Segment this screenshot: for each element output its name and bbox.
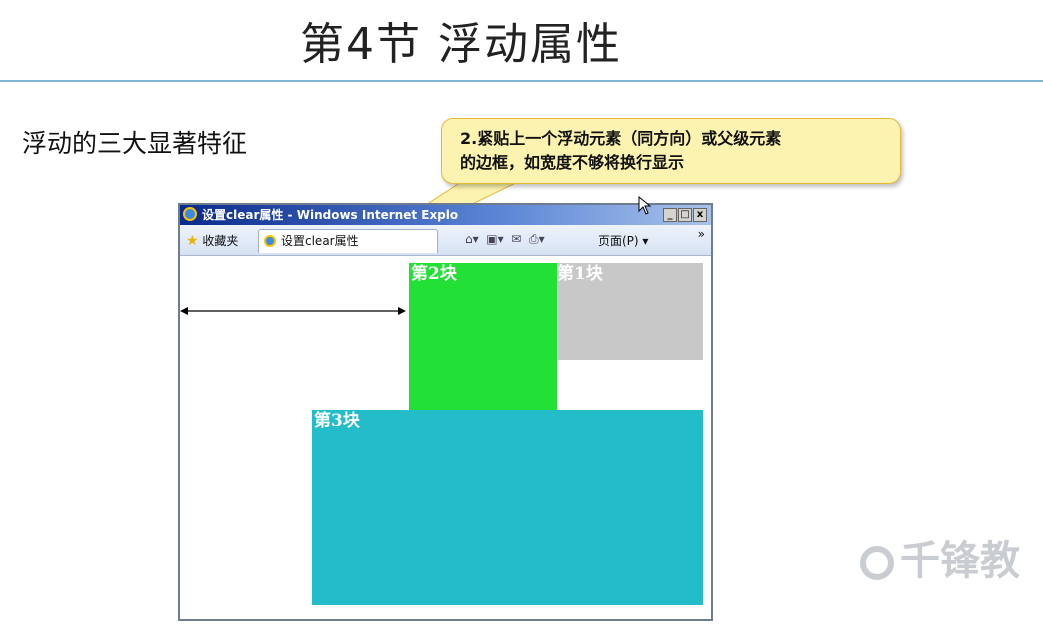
- mouse-cursor-icon: [638, 196, 652, 215]
- toolbar-icons: ⌂▾ ▣▾ ✉ ⎙▾: [465, 232, 545, 247]
- mail-icon[interactable]: ✉: [507, 232, 521, 246]
- favorites-label: 收藏夹: [202, 234, 239, 248]
- float-block-2: 第2块: [409, 263, 557, 410]
- watermark-text: 千锋教: [900, 538, 1020, 584]
- browser-content: 第1块 第2块 第3块: [180, 255, 711, 619]
- window-controls: _ □ x: [663, 208, 707, 222]
- feeds-icon[interactable]: ▣▾: [482, 232, 503, 246]
- print-icon[interactable]: ⎙▾: [525, 232, 545, 246]
- callout-box: 2.紧贴上一个浮动元素（同方向）或父级元素 的边框，如宽度不够将换行显示: [441, 118, 901, 184]
- callout-line-2: 的边框，如宽度不够将换行显示: [460, 153, 685, 172]
- close-button[interactable]: x: [693, 208, 707, 222]
- minimize-button[interactable]: _: [663, 208, 677, 222]
- home-icon[interactable]: ⌂▾: [465, 232, 479, 246]
- tab-label: 设置clear属性: [281, 234, 359, 248]
- browser-toolbar: ★ 收藏夹 设置clear属性 ⌂▾ ▣▾ ✉ ⎙▾ 页面(P) ▾ »: [180, 225, 711, 256]
- star-icon: ★: [186, 233, 199, 249]
- float-block-1: 第1块: [555, 263, 703, 360]
- ie-tab-icon: [264, 235, 276, 247]
- watermark: 千锋教: [860, 528, 1043, 588]
- favorites-button[interactable]: ★ 收藏夹: [186, 232, 238, 249]
- browser-tab[interactable]: 设置clear属性: [258, 229, 438, 253]
- double-arrow-icon: [180, 307, 406, 315]
- float-block-3: 第3块: [312, 410, 703, 605]
- browser-titlebar[interactable]: 设置clear属性 - Windows Internet Explo _ □ x: [180, 205, 711, 225]
- toolbar-overflow-icon[interactable]: »: [698, 227, 705, 241]
- watermark-logo-icon: [860, 546, 894, 580]
- maximize-button[interactable]: □: [678, 208, 692, 222]
- page-menu-button[interactable]: 页面(P) ▾: [598, 232, 648, 249]
- window-title: 设置clear属性 - Windows Internet Explo: [202, 208, 459, 222]
- ie-logo-icon: [183, 207, 197, 221]
- callout-line-1: 2.紧贴上一个浮动元素（同方向）或父级元素: [460, 129, 782, 148]
- browser-window: 设置clear属性 - Windows Internet Explo _ □ x…: [178, 203, 713, 621]
